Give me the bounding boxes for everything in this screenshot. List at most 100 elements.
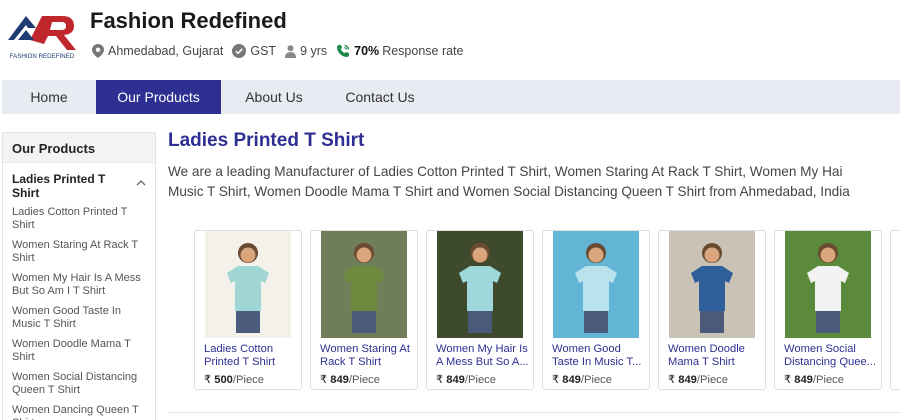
- product-image[interactable]: [669, 231, 755, 338]
- currency-symbol: ₹: [320, 374, 328, 386]
- currency-symbol: ₹: [784, 374, 792, 386]
- nav-about-us[interactable]: About Us: [221, 80, 327, 114]
- sidebar-item[interactable]: Women Doodle Mama T Shirt: [12, 338, 155, 371]
- product-name-line: Taste In Music T...: [552, 355, 642, 368]
- product-image[interactable]: [785, 231, 871, 338]
- model-face: [472, 247, 488, 263]
- product-name-line: Distancing Quee...: [784, 355, 877, 368]
- product-sidebar: Our Products Ladies Printed T Shirt Ladi…: [2, 132, 156, 420]
- response-rate-value: 70%: [354, 44, 380, 58]
- model-pants: [700, 311, 724, 333]
- model-face: [588, 247, 604, 263]
- price-value: 849: [794, 374, 813, 386]
- price-unit: /Piece: [812, 374, 844, 386]
- product-name[interactable]: Women Staring At Rack T Shirt: [320, 343, 414, 369]
- product-price: ₹ 500/Piece: [204, 373, 264, 386]
- page: FASHION REDEFINED Fashion Redefined Ahme…: [0, 0, 900, 420]
- brand-name[interactable]: Fashion Redefined: [90, 8, 287, 34]
- product-name-line: Rack T Shirt: [320, 355, 382, 368]
- product-name-line: Ladies Cotton: [204, 343, 274, 355]
- sidebar-category[interactable]: Ladies Printed T Shirt: [3, 163, 155, 203]
- nav-contact-us[interactable]: Contact Us: [327, 80, 433, 114]
- location-pin-icon: [92, 44, 104, 58]
- main-content: Ladies Printed T Shirt We are a leading …: [168, 130, 900, 202]
- gst-info: GST: [232, 44, 276, 58]
- price-unit: /Piece: [580, 374, 612, 386]
- main-nav: Home Our Products About Us Contact Us: [2, 80, 900, 114]
- page-title: Ladies Printed T Shirt: [168, 130, 365, 151]
- product-card[interactable]: Women Social Distancing Quee... ₹ 849/Piec…: [774, 230, 882, 390]
- product-price: ₹ 849/Piece: [668, 373, 728, 386]
- product-image[interactable]: [437, 231, 523, 338]
- sidebar-item[interactable]: Women Good Taste In Music T Shirt: [12, 305, 155, 338]
- price-value: 849: [562, 374, 581, 386]
- product-name-line: Women My Hair Is: [436, 343, 528, 355]
- model-face: [240, 247, 256, 263]
- price-value: 500: [214, 374, 233, 386]
- product-name[interactable]: Ladies Cotton Printed T Shirt: [204, 343, 298, 369]
- product-image[interactable]: [553, 231, 639, 338]
- currency-symbol: ₹: [436, 374, 444, 386]
- product-card[interactable]: Women My Hair Is A Mess But So A... ₹ 849/…: [426, 230, 534, 390]
- product-name-line: Women Social: [784, 343, 856, 355]
- model-pants: [352, 311, 376, 333]
- model-face: [356, 247, 372, 263]
- product-price: ₹ 849/Piece: [552, 373, 612, 386]
- seller-meta: Ahmedabad, Gujarat GST 9 yrs 70% Respons…: [92, 42, 473, 60]
- header: FASHION REDEFINED Fashion Redefined Ahme…: [0, 0, 900, 80]
- nav-contact-us-label: Contact Us: [345, 89, 415, 105]
- user-icon: [285, 44, 297, 58]
- product-card[interactable]: Women Doodle Mama T Shirt ₹ 849/Piece: [658, 230, 766, 390]
- sidebar-item-list: Ladies Cotton Printed T Shirt Women Star…: [3, 203, 155, 420]
- product-price: ₹ 849/Piece: [436, 373, 496, 386]
- currency-symbol: ₹: [204, 374, 212, 386]
- category-description: We are a leading Manufacturer of Ladies …: [168, 162, 900, 202]
- product-name[interactable]: Women Good Taste In Music T...: [552, 343, 646, 369]
- product-image[interactable]: [321, 231, 407, 338]
- description-line: Music T Shirt, Women Doodle Mama T Shirt…: [168, 184, 850, 199]
- product-card[interactable]: Women Staring At Rack T Shirt ₹ 849/Piece: [310, 230, 418, 390]
- sidebar-item[interactable]: Women Staring At Rack T Shirt: [12, 239, 155, 272]
- product-image[interactable]: [205, 231, 291, 338]
- product-name-line: Printed T Shirt: [204, 355, 276, 368]
- sidebar-heading: Our Products: [3, 133, 155, 163]
- chevron-up-icon[interactable]: [136, 175, 146, 189]
- nav-home-label: Home: [30, 89, 68, 105]
- product-card[interactable]: Ladies Cotton Printed T Shirt ₹ 500/Piece: [194, 230, 302, 390]
- phone-icon: [336, 44, 350, 58]
- model-pants: [816, 311, 840, 333]
- price-unit: /Piece: [464, 374, 496, 386]
- brand-logo[interactable]: FASHION REDEFINED: [4, 6, 80, 62]
- product-name-line: Women Staring At: [320, 343, 410, 355]
- product-name-line: Mama T Shirt: [668, 355, 735, 368]
- model-pants: [236, 311, 260, 333]
- sidebar-item[interactable]: Ladies Cotton Printed T Shirt: [12, 206, 155, 239]
- nav-about-us-label: About Us: [245, 89, 303, 105]
- sidebar-item[interactable]: Women Social Distancing Queen T Shirt: [12, 371, 155, 404]
- sidebar-item[interactable]: Women My Hair Is A Mess But So Am I T Sh…: [12, 272, 155, 305]
- location-text: Ahmedabad, Gujarat: [108, 44, 224, 58]
- product-carousel: Ladies Cotton Printed T Shirt ₹ 500/Piece W…: [194, 230, 900, 392]
- nav-our-products-label: Our Products: [117, 89, 200, 105]
- nav-our-products[interactable]: Our Products: [96, 80, 221, 114]
- price-value: 849: [330, 374, 349, 386]
- section-divider: [168, 412, 900, 420]
- model-face: [820, 247, 836, 263]
- product-name-line: Women Doodle: [668, 343, 745, 355]
- product-price: ₹ 849/Piece: [320, 373, 380, 386]
- response-rate-label: Response rate: [382, 44, 464, 58]
- product-name[interactable]: Women My Hair Is A Mess But So A...: [436, 343, 530, 369]
- product-card[interactable]: Women Good Taste In Music T... ₹ 849/Piece: [542, 230, 650, 390]
- product-name[interactable]: Women Social Distancing Quee...: [784, 343, 878, 369]
- gst-text: GST: [250, 44, 277, 58]
- product-name-line: A Mess But So A...: [436, 355, 529, 368]
- price-unit: /Piece: [232, 374, 264, 386]
- location-info: Ahmedabad, Gujarat: [92, 44, 223, 58]
- description-line: We are a leading Manufacturer of Ladies …: [168, 164, 843, 179]
- logo-text: FASHION REDEFINED: [10, 53, 75, 60]
- product-name[interactable]: Women Doodle Mama T Shirt: [668, 343, 762, 369]
- nav-home[interactable]: Home: [2, 80, 96, 114]
- product-card-partial[interactable]: [890, 230, 900, 390]
- sidebar-item[interactable]: Women Dancing Queen T Shirt: [12, 404, 155, 420]
- years-text: 9 yrs: [300, 44, 328, 58]
